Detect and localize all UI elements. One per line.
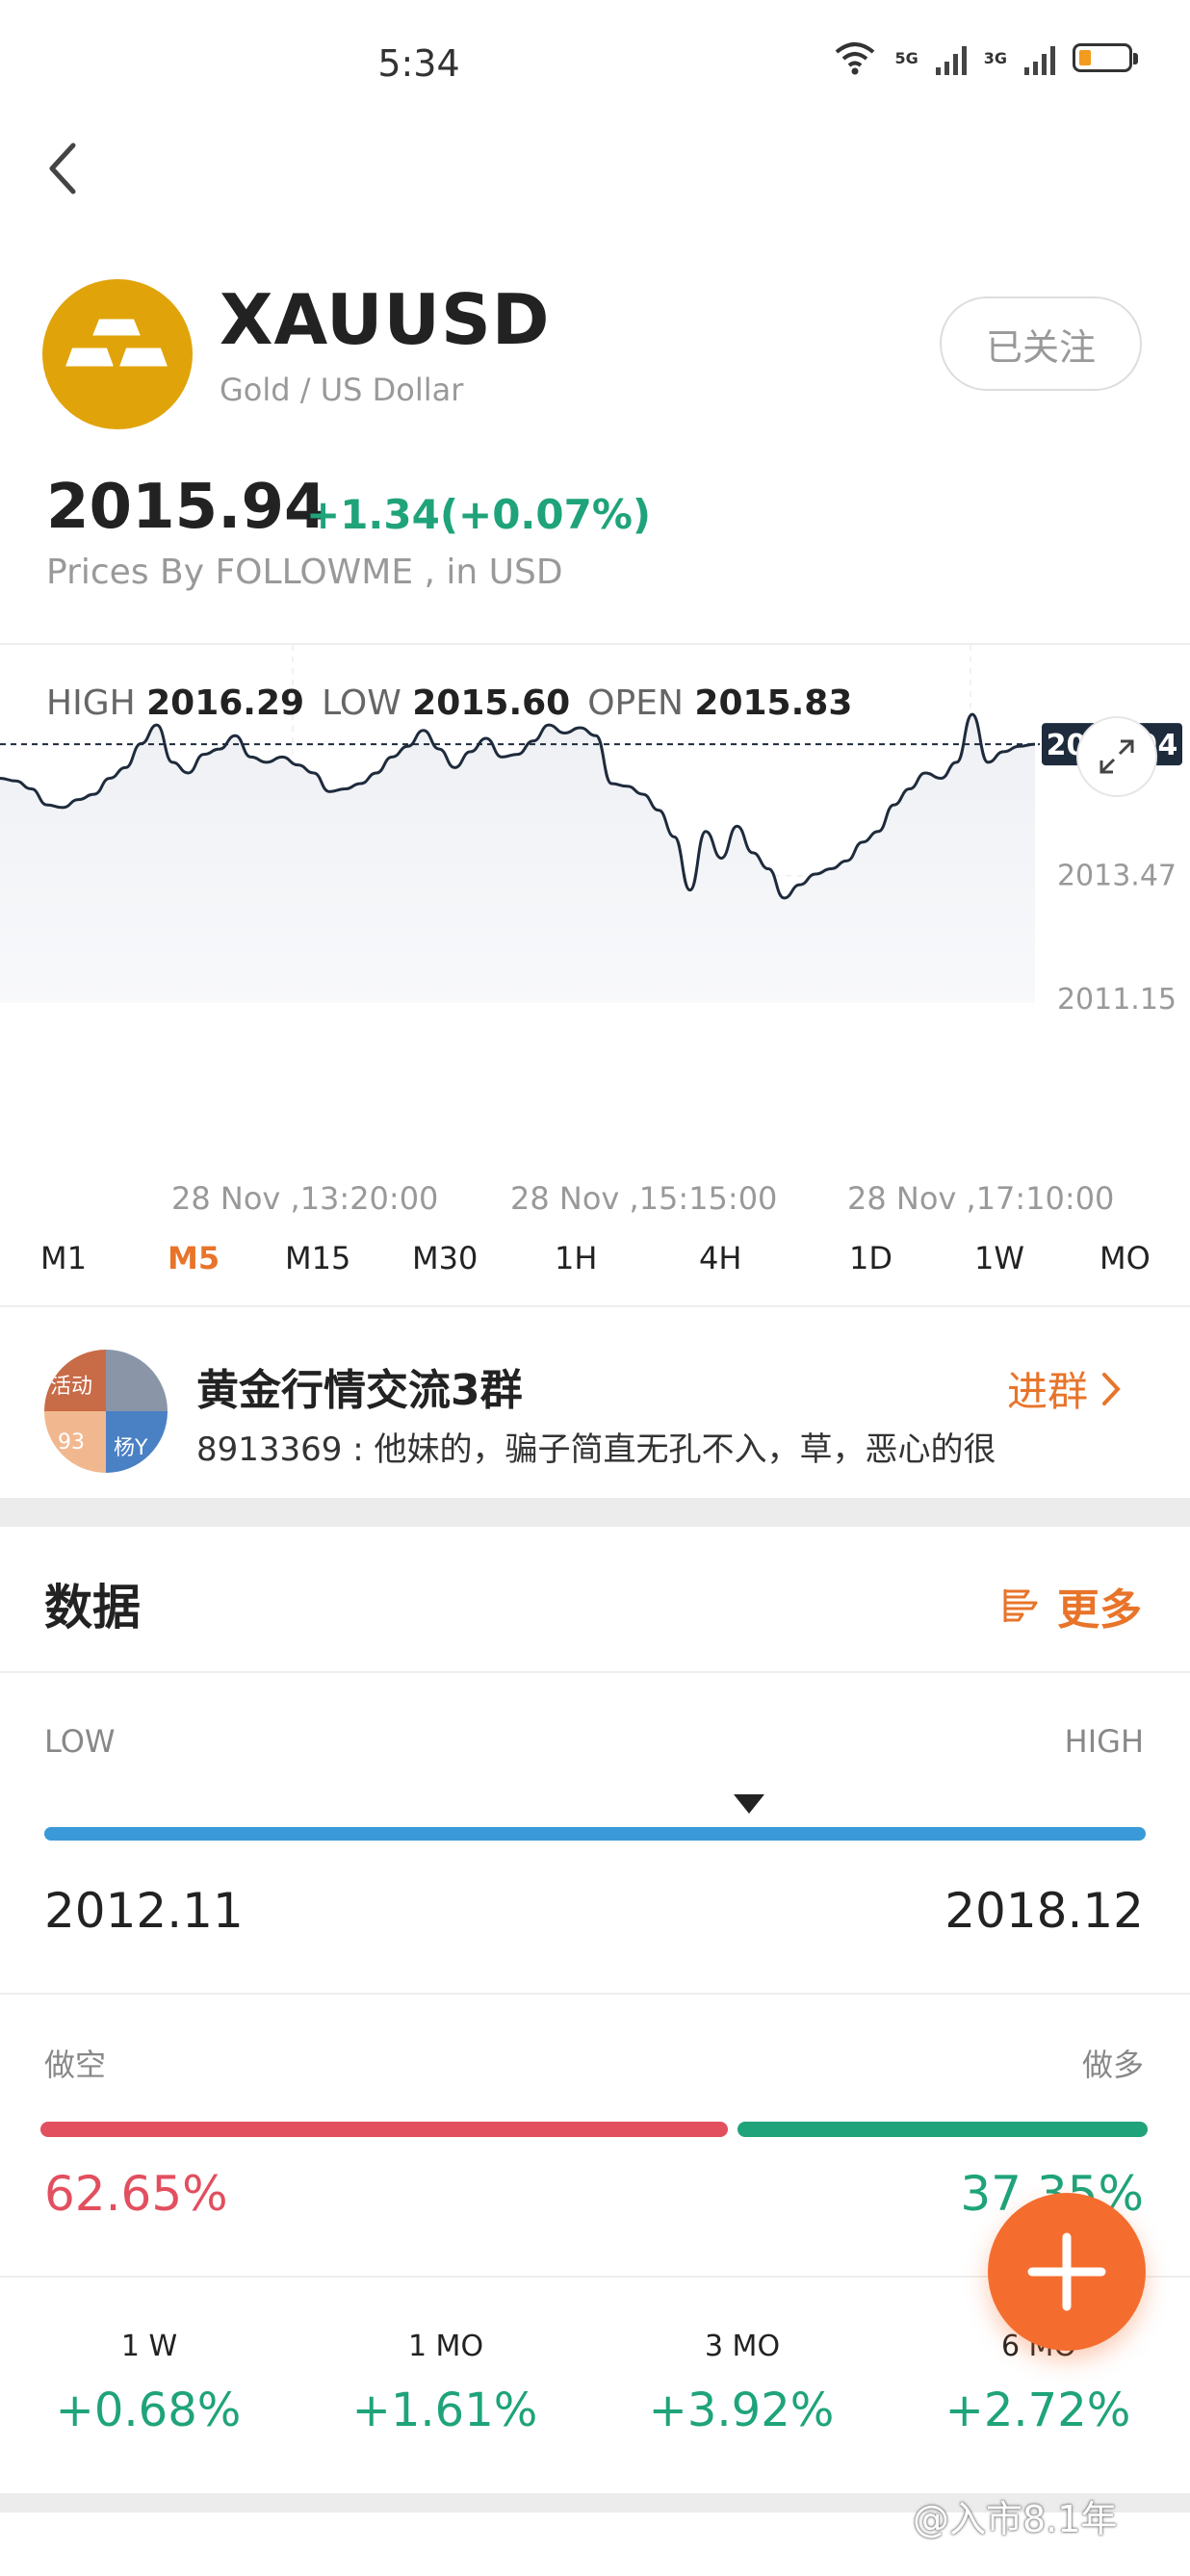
open-value: 2015.83 <box>694 683 853 723</box>
fullscreen-button[interactable] <box>1076 716 1157 797</box>
perf-label: 1 MO <box>407 2330 484 2363</box>
tab-1h[interactable]: 1H <box>555 1240 597 1276</box>
group-name[interactable]: 黄金行情交流3群 <box>196 1355 523 1417</box>
add-button[interactable] <box>988 2193 1146 2351</box>
status-icons: 5G 3G <box>833 39 1138 77</box>
join-label: 进群 <box>1007 1368 1089 1415</box>
section-title: 数据 <box>44 1580 141 1636</box>
gold-bars-icon <box>61 316 172 370</box>
tab-1d[interactable]: 1D <box>849 1240 892 1276</box>
expand-icon <box>1099 739 1134 774</box>
signal-bars-icon-2 <box>1024 40 1055 75</box>
tab-m1[interactable]: M1 <box>40 1240 87 1276</box>
chart-area-fill <box>0 714 1035 1003</box>
tab-1w[interactable]: 1W <box>974 1240 1024 1276</box>
avatar-tag: 活动 <box>50 1375 93 1399</box>
tab-4h[interactable]: 4H <box>699 1240 741 1276</box>
signal-5g-label: 5G <box>894 48 918 67</box>
symbol-name: Gold / US Dollar <box>220 372 464 408</box>
x-tick-label: 28 Nov ,13:20:00 <box>171 1180 439 1217</box>
list-icon <box>1003 1589 1038 1622</box>
high-label: HIGH <box>46 683 136 723</box>
range-high-label: HIGH <box>1064 1723 1144 1760</box>
watermark: @入市8.1年 <box>913 2498 1118 2540</box>
status-time: 5:34 <box>377 42 460 85</box>
avatar-tag: 杨Y <box>114 1436 148 1460</box>
tab-mo[interactable]: MO <box>1099 1240 1151 1276</box>
signal-bars-icon <box>935 40 967 75</box>
tab-m5[interactable]: M5 <box>168 1240 220 1276</box>
perf-label: 1 W <box>120 2330 178 2363</box>
divider <box>0 1993 1190 1995</box>
perf-value: +0.68% <box>55 2383 242 2437</box>
chart-stats: HIGH 2016.29 LOW 2015.60 OPEN 2015.83 <box>46 683 852 723</box>
price-change: +1.34(+0.07%) <box>306 491 652 538</box>
high-value: 2016.29 <box>146 683 305 723</box>
price-source: Prices By FOLLOWME , in USD <box>46 553 563 592</box>
y-tick-label: 2011.15 <box>1057 983 1177 1017</box>
low-value: 2015.60 <box>412 683 571 723</box>
perf-label: 3 MO <box>704 2330 781 2363</box>
y-tick-label: 2013.47 <box>1057 860 1177 893</box>
short-label: 做空 <box>44 2047 107 2083</box>
symbol-title: XAUUSD <box>220 279 551 360</box>
tab-m15[interactable]: M15 <box>285 1240 350 1276</box>
plus-icon <box>1027 2232 1106 2311</box>
range-high-value: 2018.12 <box>944 1883 1144 1939</box>
low-label: LOW <box>322 683 401 723</box>
follow-button[interactable]: 已关注 <box>940 296 1142 391</box>
range-low-value: 2012.11 <box>44 1883 244 1939</box>
more-label: 更多 <box>1057 1585 1142 1635</box>
range-bar <box>44 1827 1146 1841</box>
short-percentage: 62.65% <box>44 2166 228 2222</box>
chart-x-ticks: 28 Nov ,13:20:00 28 Nov ,15:15:00 28 Nov… <box>0 1180 1190 1219</box>
long-label: 做多 <box>1081 2047 1144 2083</box>
perf-value: +3.92% <box>648 2383 835 2437</box>
chevron-right-icon <box>1102 1372 1121 1405</box>
divider <box>0 1305 1190 1307</box>
avatar-tag: 93 <box>58 1430 85 1455</box>
range-marker-icon <box>734 1794 765 1814</box>
signal-3g-label: 3G <box>983 48 1007 67</box>
more-button[interactable]: 更多 <box>1001 1575 1142 1636</box>
group-last-message: 8913369 : 他妹的，骗子简直无孔不入，草，恶心的很 <box>196 1430 996 1469</box>
perf-value: +1.61% <box>351 2383 538 2437</box>
open-label: OPEN <box>587 683 684 723</box>
current-price: 2015.94 <box>46 472 327 543</box>
section-gap <box>0 1498 1190 1527</box>
short-ratio-bar <box>40 2122 728 2137</box>
join-group-button[interactable]: 进群 <box>1007 1359 1121 1418</box>
tab-m30[interactable]: M30 <box>412 1240 478 1276</box>
group-avatar[interactable]: 活动 93 杨Y <box>44 1350 168 1473</box>
divider <box>0 1671 1190 1673</box>
gold-logo <box>42 279 193 429</box>
x-tick-label: 28 Nov ,17:10:00 <box>847 1180 1115 1217</box>
wifi-icon <box>836 42 875 75</box>
battery-icon <box>1073 43 1138 72</box>
timeframe-tabs: M1 M5 M15 M30 1H 4H 1D 1W MO <box>0 1240 1190 1278</box>
long-ratio-bar <box>737 2122 1148 2137</box>
x-tick-label: 28 Nov ,15:15:00 <box>510 1180 778 1217</box>
perf-value: +2.72% <box>944 2383 1131 2437</box>
range-low-label: LOW <box>44 1723 116 1760</box>
back-arrow-icon[interactable] <box>44 140 83 197</box>
